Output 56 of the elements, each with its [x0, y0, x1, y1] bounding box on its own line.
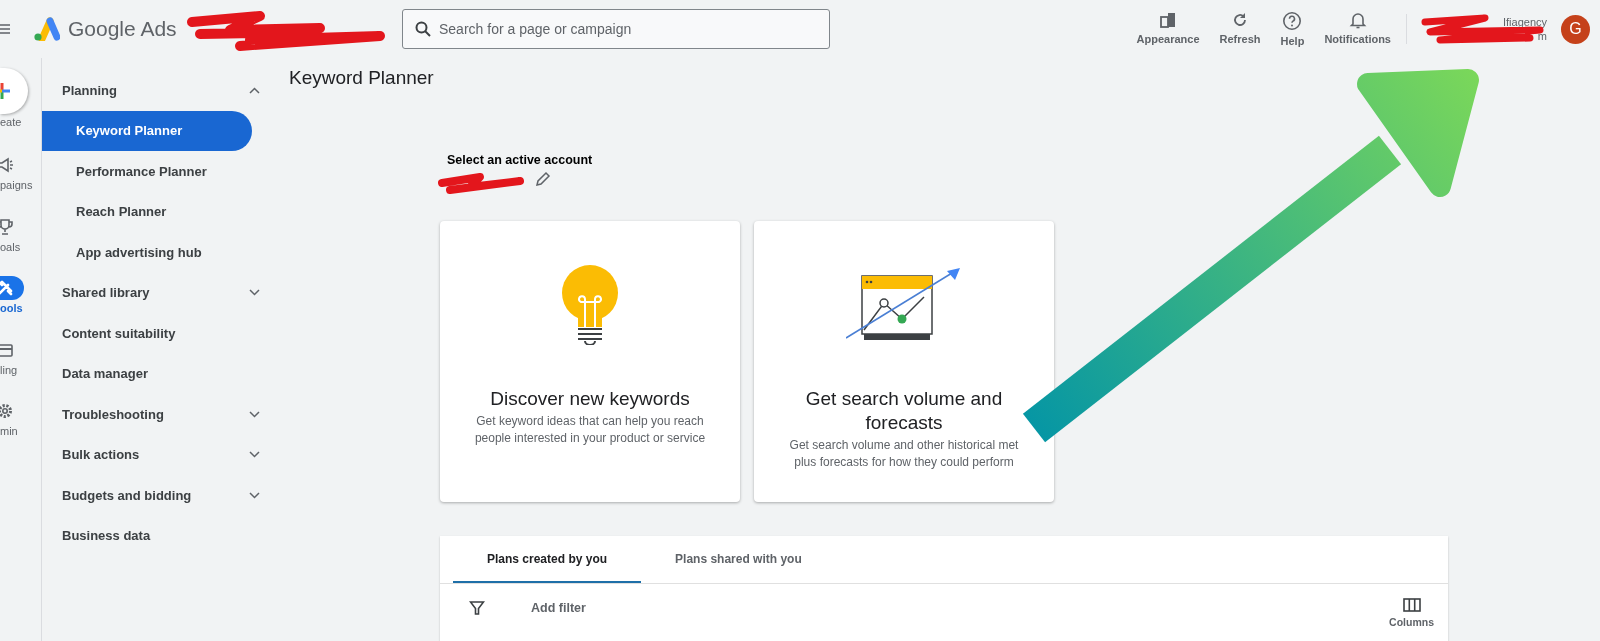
card-title: Discover new keywords	[489, 387, 691, 411]
sidebar-item[interactable]: Troubleshooting	[42, 394, 288, 435]
toolbar-button[interactable]: Refresh	[1210, 7, 1270, 51]
avatar-button[interactable]: G	[1561, 14, 1590, 44]
sidebar-item[interactable]: Shared library	[42, 272, 288, 313]
menu-icon[interactable]	[0, 23, 10, 35]
sidebar-subitem[interactable]: Keyword Planner	[42, 110, 252, 151]
card-description: Get keyword ideas that can help you reach people interested in your product or service	[474, 413, 706, 447]
nav-rail-button[interactable]	[0, 276, 24, 300]
create-button[interactable]	[0, 68, 28, 114]
toolbar-button[interactable]: Help	[1271, 7, 1314, 51]
product-name: Google Ads	[68, 17, 177, 41]
search-field[interactable]: Search for a page or campaign	[402, 9, 830, 49]
help-icon	[1282, 11, 1303, 31]
search-icon	[415, 21, 431, 37]
account-email: m	[1537, 29, 1547, 43]
columns-button[interactable]: Columns	[1385, 588, 1438, 628]
page-title: Keyword Planner	[289, 67, 435, 89]
lightbulb-icon	[560, 265, 620, 345]
option-card[interactable]: Discover new keywords Get keyword ideas that can help you reach people interested in your product or service	[440, 221, 740, 502]
sidebar-item[interactable]: Bulk actions	[42, 434, 288, 475]
trophy-icon	[0, 217, 14, 236]
account-select-label: Select an active account	[447, 153, 594, 167]
card-title: Get search volume and forecasts	[804, 387, 1004, 435]
account-name: Ifiagency	[1502, 15, 1547, 29]
nav-rail-label: eate	[0, 116, 22, 128]
option-card[interactable]: Get search volume and forecasts Get search volume and other historical met plus forecasts for how they could perform	[754, 221, 1054, 502]
sidebar-item[interactable]: Data manager	[42, 353, 288, 394]
bell-icon	[1348, 11, 1367, 29]
nav-rail-label: min	[0, 425, 18, 437]
nav-rail-label: ling	[0, 363, 18, 376]
chart-window-icon	[846, 268, 962, 342]
megaphone-icon	[0, 156, 14, 174]
sidebar-item[interactable]: Planning	[42, 70, 288, 111]
sidebar-item[interactable]: Budgets and bidding	[42, 475, 288, 516]
sidebar-subitem[interactable]: App advertising hub	[42, 232, 252, 273]
plans-tab[interactable]: Plans shared with you	[641, 536, 836, 583]
nav-rail-label: paigns	[0, 179, 33, 191]
logo-icon	[32, 17, 60, 41]
toolbar-button[interactable]: Appearance	[1127, 7, 1209, 51]
tools-icon	[0, 279, 14, 297]
sidebar-item[interactable]: Business data	[42, 515, 288, 556]
card-description: Get search volume and other historical met plus forecasts for how they could perform	[789, 437, 1019, 471]
nav-rail-label: oals	[0, 240, 21, 253]
sidebar-item[interactable]: Content suitability	[42, 313, 288, 354]
sidebar-subitem[interactable]: Performance Planner	[42, 151, 252, 192]
filter-field[interactable]: Add filter	[529, 600, 733, 616]
columns-icon	[1402, 598, 1421, 612]
nav-rail-label: ools	[0, 302, 23, 314]
toolbar-button[interactable]: Notifications	[1315, 7, 1400, 51]
plans-tab[interactable]: Plans created by you	[453, 536, 642, 583]
filter-icon[interactable]	[469, 600, 485, 616]
pencil-icon[interactable]	[535, 171, 551, 187]
sidebar-subitem[interactable]: Reach Planner	[42, 191, 252, 232]
gear-icon	[0, 402, 14, 420]
appearance-icon	[1159, 11, 1178, 29]
